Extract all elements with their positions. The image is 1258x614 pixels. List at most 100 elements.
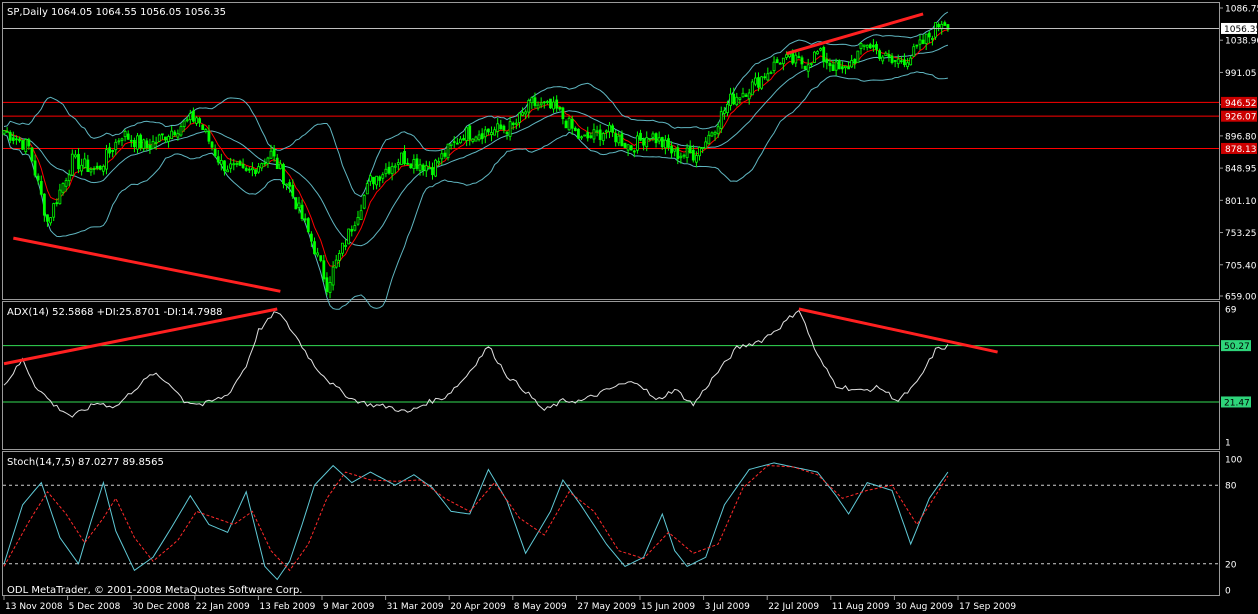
- bull-candle-body: [785, 54, 788, 58]
- bull-candle-body: [710, 132, 714, 137]
- bull-candle-body: [781, 57, 785, 65]
- bear-candle-body: [160, 133, 164, 136]
- bull-candle-body: [459, 138, 462, 144]
- bull-candle-body: [381, 174, 385, 179]
- price-tick-label: 801.10: [1225, 197, 1257, 207]
- bull-candle-body: [226, 169, 229, 173]
- bull-candle-body: [735, 96, 739, 106]
- bull-candle-body: [865, 44, 869, 48]
- time-tick-label: 5 Dec 2008: [69, 602, 121, 612]
- bear-candle-body: [11, 137, 15, 141]
- bear-candle-body: [223, 160, 226, 172]
- bear-candle-body: [915, 44, 919, 47]
- bull-candle-body: [151, 141, 155, 149]
- bear-candle-body: [46, 214, 49, 222]
- bear-candle-body: [378, 176, 382, 181]
- bear-candle-body: [27, 139, 31, 147]
- bear-candle-body: [611, 125, 614, 133]
- adx-level-badge-label: 21.47: [1224, 398, 1250, 408]
- time-tick-label: 27 May 2009: [577, 602, 636, 612]
- candle: [306, 217, 310, 234]
- bull-candle-body: [713, 131, 717, 135]
- bear-candle-body: [319, 255, 323, 261]
- bull-candle-body: [418, 164, 422, 172]
- bull-candle-body: [881, 56, 885, 62]
- bear-candle-body: [415, 158, 419, 169]
- bear-candle-body: [468, 125, 472, 140]
- bull-candle-body: [434, 159, 437, 177]
- bull-candle-body: [269, 150, 273, 159]
- bear-candle-body: [77, 153, 80, 170]
- bull-candle-body: [58, 189, 62, 205]
- bear-candle-body: [502, 125, 506, 131]
- bull-candle-body: [514, 122, 518, 125]
- candle: [583, 134, 587, 137]
- bull-candle-body: [552, 101, 555, 110]
- bull-candle-body: [232, 163, 236, 166]
- bull-candle-body: [179, 126, 183, 136]
- bull-candle-body: [123, 130, 127, 138]
- bear-candle-body: [555, 99, 559, 109]
- bear-candle-body: [629, 145, 633, 151]
- bull-candle-body: [334, 259, 338, 268]
- bull-candle-body: [157, 134, 161, 142]
- bull-candle-body: [794, 54, 798, 64]
- bear-candle-body: [654, 133, 658, 144]
- bull-candle-body: [521, 112, 524, 116]
- bull-candle-body: [545, 101, 549, 103]
- bull-candle-body: [154, 141, 158, 144]
- price-tick-label: 896.80: [1225, 132, 1257, 142]
- bull-candle-body: [188, 113, 192, 121]
- candle: [623, 142, 627, 149]
- bear-candle-body: [632, 150, 636, 153]
- bull-candle-body: [493, 129, 496, 136]
- bull-candle-body: [617, 135, 621, 144]
- bear-candle-body: [868, 44, 872, 49]
- bull-candle-body: [219, 160, 223, 165]
- bear-candle-body: [831, 64, 835, 72]
- bear-candle-body: [778, 62, 782, 65]
- metatrader-chart-window[interactable]: 1086.751038.90991.05943.20896.80848.9580…: [0, 0, 1258, 614]
- bull-candle-body: [741, 92, 745, 98]
- bear-candle-body: [145, 140, 149, 149]
- bull-candle-body: [772, 61, 776, 72]
- adx-tick-label: 69: [1225, 306, 1237, 316]
- bull-candle-body: [353, 225, 357, 231]
- bear-candle-body: [8, 131, 12, 141]
- bear-candle-body: [198, 118, 202, 124]
- bear-candle-body: [272, 148, 276, 157]
- candle: [577, 128, 580, 140]
- bull-candle-body: [117, 140, 121, 143]
- bull-candle-body: [393, 165, 397, 168]
- bull-candle-body: [390, 166, 394, 175]
- bear-candle-body: [462, 138, 465, 141]
- level-badge-label: 946.52: [1225, 99, 1257, 109]
- bull-candle-body: [229, 163, 233, 169]
- time-tick-label: 22 Jan 2009: [196, 602, 250, 612]
- bear-candle-body: [872, 44, 875, 48]
- bull-candle-body: [120, 138, 124, 141]
- bull-candle-body: [89, 169, 93, 173]
- copyright-footer: ODL MetaTrader, © 2001-2008 MetaQuotes S…: [7, 585, 302, 596]
- bull-candle-body: [934, 22, 937, 38]
- bear-candle-body: [111, 149, 115, 152]
- candle: [24, 138, 28, 155]
- bear-candle-body: [192, 110, 195, 122]
- bear-candle-body: [586, 132, 590, 139]
- bear-candle-body: [133, 139, 136, 148]
- bull-candle-body: [368, 175, 372, 182]
- bear-candle-body: [676, 147, 680, 160]
- bear-candle-body: [210, 141, 214, 148]
- bull-candle-body: [2, 130, 6, 135]
- bear-candle-body: [620, 133, 624, 147]
- bear-candle-body: [937, 24, 941, 28]
- bull-candle-body: [375, 175, 379, 186]
- bear-candle-body: [216, 156, 220, 163]
- candle: [837, 59, 841, 70]
- price-tick-label: 1086.75: [1225, 5, 1258, 15]
- time-tick-label: 31 Mar 2009: [387, 602, 444, 612]
- candle: [21, 139, 25, 151]
- bear-candle-body: [213, 148, 217, 157]
- bull-candle-body: [747, 92, 751, 100]
- bull-candle-body: [701, 147, 705, 149]
